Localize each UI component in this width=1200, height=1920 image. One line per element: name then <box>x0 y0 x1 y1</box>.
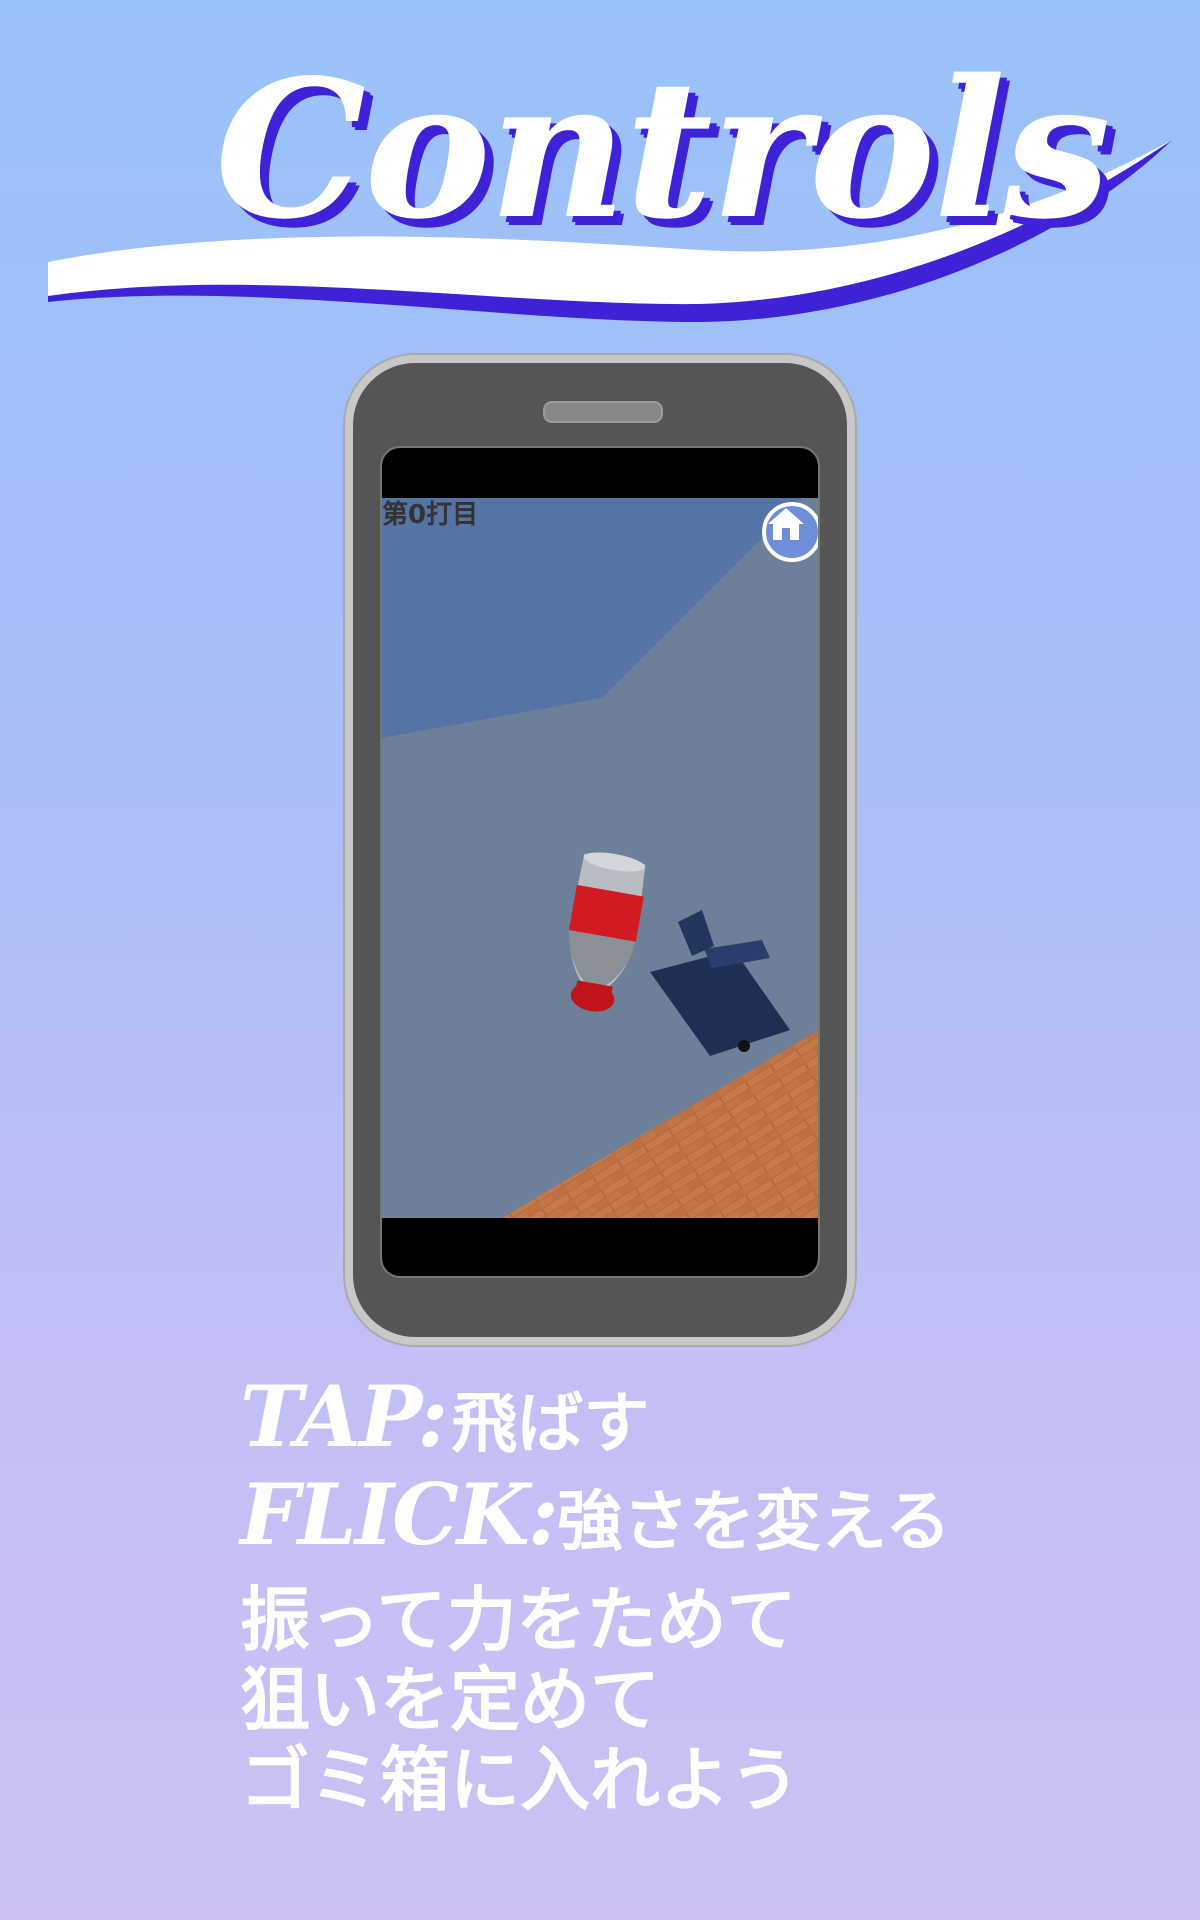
game-view: 第0打目 <box>382 498 818 1218</box>
home-icon <box>768 508 804 540</box>
instruction-line-3: ゴミ箱に入れよう <box>240 1739 800 1821</box>
instruction-tap: TAP: 飛ばす <box>240 1375 649 1459</box>
page-title: Controls <box>215 38 1111 261</box>
tap-key-label: TAP: <box>240 1367 448 1466</box>
instruction-flick: FLICK:強さを変える <box>240 1473 951 1557</box>
phone-screen: 第0打目 <box>380 446 820 1278</box>
instruction-line-2: 狙いを定めて <box>240 1659 660 1741</box>
game-scene <box>382 498 818 1218</box>
flick-action-label: 強さを変える <box>556 1483 951 1560</box>
phone-speaker <box>543 401 663 423</box>
tap-action-label: 飛ばす <box>451 1385 650 1462</box>
flick-key-label: FLICK: <box>240 1465 559 1564</box>
home-button[interactable] <box>762 502 818 562</box>
title-banner: Controls <box>0 0 1200 340</box>
shot-counter: 第0打目 <box>382 500 479 530</box>
instruction-line-1: 振って力をためて <box>240 1579 797 1661</box>
phone-mockup: 第0打目 <box>345 355 855 1345</box>
